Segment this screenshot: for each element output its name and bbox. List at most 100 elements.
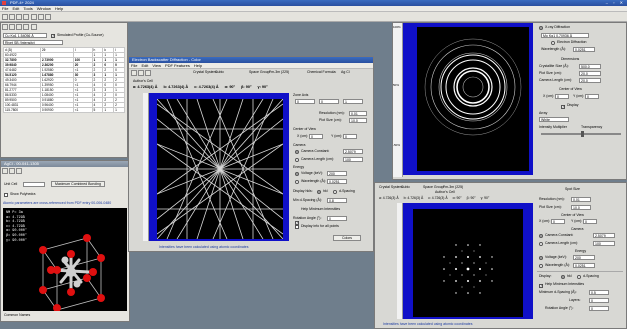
- zone-u-input[interactable]: 0: [295, 99, 315, 104]
- x-cm-input[interactable]: 0: [309, 134, 323, 139]
- voltage-input[interactable]: 200: [327, 171, 347, 176]
- voltage-radio[interactable]: [295, 172, 299, 176]
- intensity-slider[interactable]: [541, 131, 621, 137]
- spot-dspacing-label: d-Spacing: [583, 274, 599, 278]
- space-group-value: Fm-3m (225): [269, 70, 290, 74]
- chart-icon[interactable]: [30, 14, 37, 20]
- ring-x-input[interactable]: 0: [555, 94, 569, 99]
- print-icon[interactable]: [16, 14, 23, 20]
- intensity-mode-select[interactable]: Rivet SB (Intensity): [3, 40, 63, 45]
- ring-plot-size-input[interactable]: 20.0: [579, 71, 601, 76]
- ring-radiation-select[interactable]: Mo Kα1 0.70936 Å: [541, 33, 589, 38]
- print-icon[interactable]: [138, 70, 145, 76]
- ring-y-input[interactable]: 0: [585, 94, 599, 99]
- ring-wavelength-input[interactable]: 0.0251: [573, 47, 595, 52]
- dspacing-radio[interactable]: [333, 190, 337, 194]
- spot-help-minimum-label: Help Minimum Intensities: [545, 282, 585, 286]
- wavelength-input[interactable]: 0.0251: [327, 179, 347, 184]
- spot-y-input[interactable]: 0: [583, 219, 597, 224]
- spot-camera-length-radio[interactable]: [539, 242, 543, 246]
- spot-voltage-radio[interactable]: [539, 256, 543, 260]
- crystal-viewport[interactable]: NM P= 3a a= 4.729Å b= 4.729Å c= 4.729Å α…: [3, 208, 127, 311]
- min-dspacing-input[interactable]: 0.8: [327, 198, 347, 203]
- menu-file[interactable]: File: [131, 63, 137, 68]
- simulated-profile-checkbox[interactable]: [51, 33, 55, 38]
- spot-dspacing-radio[interactable]: [577, 275, 581, 279]
- zone-w-input[interactable]: 1: [343, 99, 363, 104]
- copy-icon[interactable]: [16, 24, 23, 30]
- print-icon[interactable]: [9, 24, 16, 30]
- slider-thumb[interactable]: [581, 131, 584, 137]
- help-icon[interactable]: [44, 14, 51, 20]
- save-icon[interactable]: [131, 70, 137, 76]
- unit-cell-select[interactable]: [23, 182, 45, 187]
- spot-plot-size-input[interactable]: 10.0: [571, 205, 591, 210]
- spot-help-minimum-checkbox[interactable]: [539, 283, 543, 288]
- spot-rotation-input[interactable]: 0: [589, 306, 609, 311]
- zoom-icon[interactable]: [9, 168, 16, 174]
- y-cm-input[interactable]: 0: [343, 134, 357, 139]
- spot-hkl-radio[interactable]: [561, 275, 565, 279]
- spot-wavelength-input[interactable]: 0.0251: [573, 263, 595, 268]
- max-bonding-button[interactable]: Maximum Combined Bonding: [51, 181, 105, 187]
- menu-window[interactable]: Window: [37, 6, 51, 11]
- crystal-system-value: Cubic: [215, 70, 224, 74]
- ring-x-label: X (cm):: [543, 94, 555, 98]
- menu-file[interactable]: File: [2, 6, 8, 11]
- spot-pattern[interactable]: [413, 209, 523, 317]
- ring-display-checkbox[interactable]: [561, 104, 565, 109]
- show-polyhedra-checkbox[interactable]: [4, 193, 8, 197]
- open-icon[interactable]: [2, 14, 8, 20]
- colors-button[interactable]: Colors: [333, 235, 361, 241]
- camera-length-input[interactable]: 100: [343, 157, 363, 162]
- settings-icon[interactable]: [37, 14, 44, 20]
- spot-camera-constant-input[interactable]: 2.5079: [593, 233, 615, 238]
- radiation-select[interactable]: Cu Kα1 1.54056 Å: [3, 33, 47, 38]
- spot-min-dspacing-input[interactable]: 0.5: [589, 290, 609, 295]
- kikuchi-lines-graphic: [156, 98, 284, 240]
- zoom-icon[interactable]: [23, 24, 30, 30]
- spot-camera-length-input[interactable]: 100: [593, 241, 615, 246]
- menu-edit[interactable]: Edit: [12, 6, 19, 11]
- menu-pdf-features[interactable]: PDF Features: [165, 63, 190, 68]
- spot-wavelength-radio[interactable]: [539, 264, 543, 268]
- save-icon[interactable]: [9, 14, 16, 20]
- menu-view[interactable]: View: [152, 63, 161, 68]
- electron-radio[interactable]: [551, 41, 555, 45]
- menu-tools[interactable]: Tools: [23, 6, 32, 11]
- save-icon[interactable]: [2, 24, 8, 30]
- spot-x-input[interactable]: 0: [551, 219, 565, 224]
- resolution-input[interactable]: 0.01: [349, 111, 367, 116]
- search-icon[interactable]: [23, 14, 30, 20]
- camera-constant-radio[interactable]: [295, 150, 299, 154]
- table-row[interactable]: 115.7800 0.90900 <1 5 1 1: [3, 107, 125, 113]
- structure-toolbar: [2, 168, 128, 176]
- plot-size-input[interactable]: 10.0: [349, 118, 367, 123]
- spot-camera-constant-radio[interactable]: [539, 234, 543, 238]
- rotate-icon[interactable]: [2, 168, 8, 174]
- spot-layers-input[interactable]: 0: [589, 298, 609, 303]
- wavelength-radio[interactable]: [295, 180, 299, 184]
- spot-resolution-input[interactable]: 0.01: [571, 197, 591, 202]
- menu-edit[interactable]: Edit: [141, 63, 148, 68]
- ring-pattern[interactable]: [417, 27, 529, 171]
- menu-help[interactable]: Help: [194, 63, 202, 68]
- hkl-radio[interactable]: [317, 190, 321, 194]
- graph-icon[interactable]: [30, 24, 37, 30]
- spot-hkl-label: hkl: [567, 274, 572, 278]
- array-select[interactable]: White: [539, 117, 569, 122]
- ring-camera-length-input[interactable]: 20.0: [579, 78, 601, 83]
- display-info-checkbox[interactable]: [295, 225, 299, 229]
- kikuchi-pattern[interactable]: [156, 98, 284, 240]
- crystallite-input[interactable]: 500.0: [579, 64, 601, 69]
- rotation-input[interactable]: 0: [327, 216, 347, 221]
- menu-help[interactable]: Help: [55, 6, 63, 11]
- spot-resolution-label: Resolution (nm):: [539, 197, 565, 201]
- camera-length-radio[interactable]: [295, 158, 299, 162]
- camera-constant-input[interactable]: 2.5079: [343, 149, 363, 154]
- spot-voltage-input[interactable]: 200: [573, 255, 595, 260]
- zone-v-input[interactable]: 0: [319, 99, 339, 104]
- xray-radio[interactable]: [539, 26, 543, 30]
- axes-icon[interactable]: [16, 168, 23, 174]
- copy-icon[interactable]: [145, 70, 152, 76]
